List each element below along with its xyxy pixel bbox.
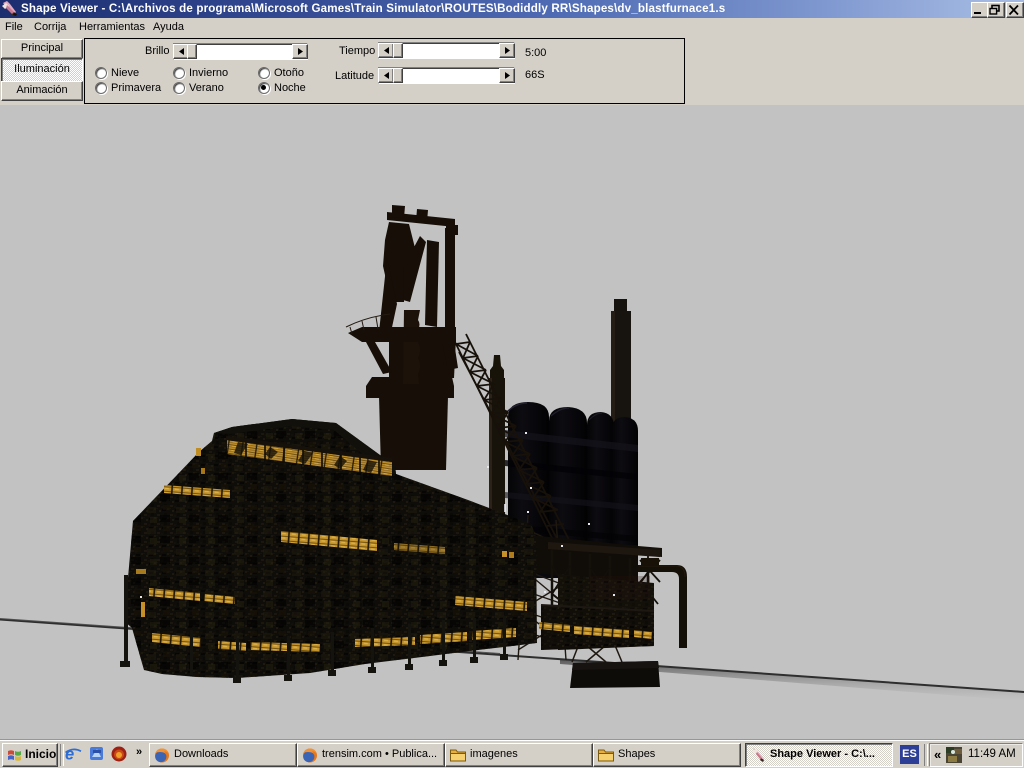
svg-text:e: e	[65, 746, 74, 764]
